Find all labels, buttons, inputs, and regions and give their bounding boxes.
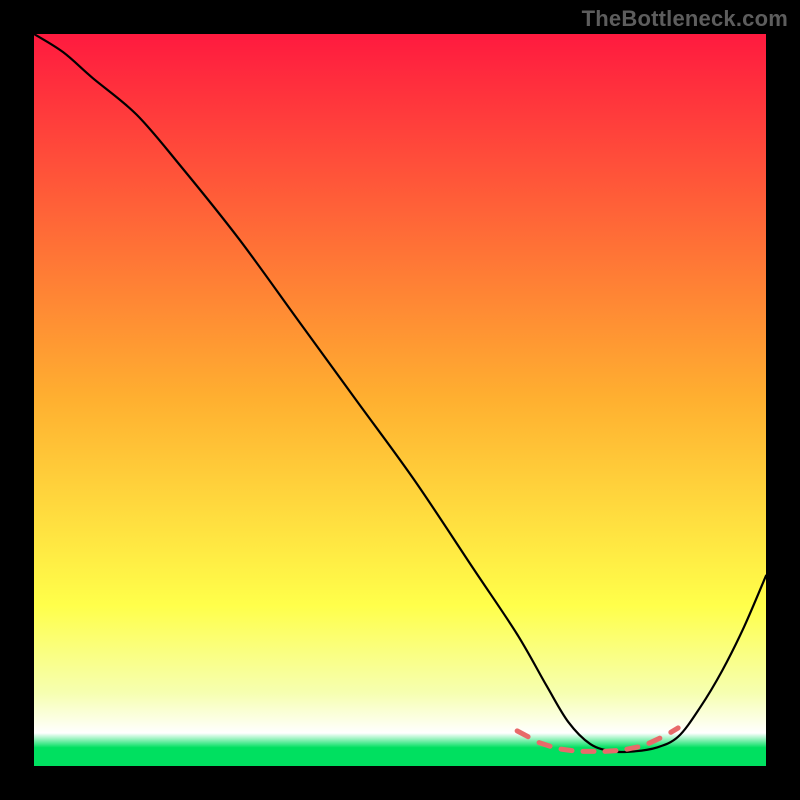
gradient-background: [34, 34, 766, 766]
watermark-text: TheBottleneck.com: [582, 6, 788, 32]
plot-area: [34, 34, 766, 766]
bottleneck-chart: [34, 34, 766, 766]
chart-container: TheBottleneck.com: [0, 0, 800, 800]
